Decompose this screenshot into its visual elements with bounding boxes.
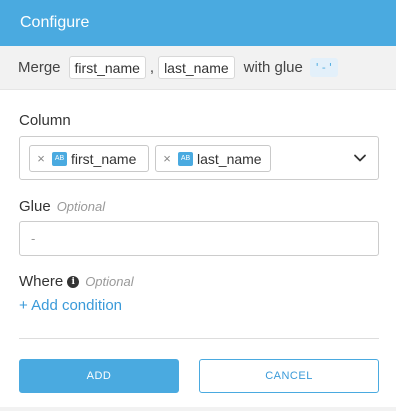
column-label-text: Column — [19, 112, 71, 129]
glue-input[interactable] — [19, 221, 379, 256]
add-condition-link[interactable]: + Add condition — [19, 297, 122, 314]
summary-glue-value: '-' — [309, 58, 338, 77]
text-type-icon: AB — [52, 151, 67, 166]
summary-column-chip: last_name — [158, 56, 235, 79]
merge-summary: Merge first_name , last_name with glue '… — [0, 46, 396, 90]
dialog-title: Configure — [20, 14, 90, 31]
column-tag-label: last_name — [197, 150, 262, 167]
remove-tag-icon[interactable]: × — [156, 151, 178, 166]
cancel-button[interactable]: CANCEL — [199, 359, 379, 393]
summary-separator: , — [149, 59, 155, 76]
column-select[interactable]: × AB first_name × AB last_name — [19, 136, 379, 180]
dialog-bottom-edge — [0, 407, 396, 411]
where-optional-text: Optional — [85, 274, 134, 289]
where-label: Where i Optional — [19, 273, 134, 290]
column-tag-label: first_name — [71, 150, 137, 167]
where-label-text: Where — [19, 273, 64, 290]
chevron-down-icon[interactable] — [352, 150, 368, 166]
remove-tag-icon[interactable]: × — [30, 151, 52, 166]
column-label: Column — [19, 112, 71, 129]
glue-optional-text: Optional — [56, 199, 106, 214]
add-button[interactable]: ADD — [19, 359, 179, 393]
summary-column-chip: first_name — [68, 56, 146, 79]
glue-label-text: Glue — [19, 198, 51, 215]
column-tag-last-name: × AB last_name — [155, 145, 271, 172]
info-icon[interactable]: i — [67, 275, 80, 288]
divider — [19, 338, 379, 339]
text-type-icon: AB — [178, 151, 193, 166]
glue-label: Glue Optional — [19, 198, 105, 215]
summary-glue-text: with glue — [243, 59, 303, 76]
summary-prefix: Merge — [18, 59, 61, 76]
column-tag-first-name: × AB first_name — [29, 145, 149, 172]
dialog-header: Configure — [0, 0, 396, 46]
